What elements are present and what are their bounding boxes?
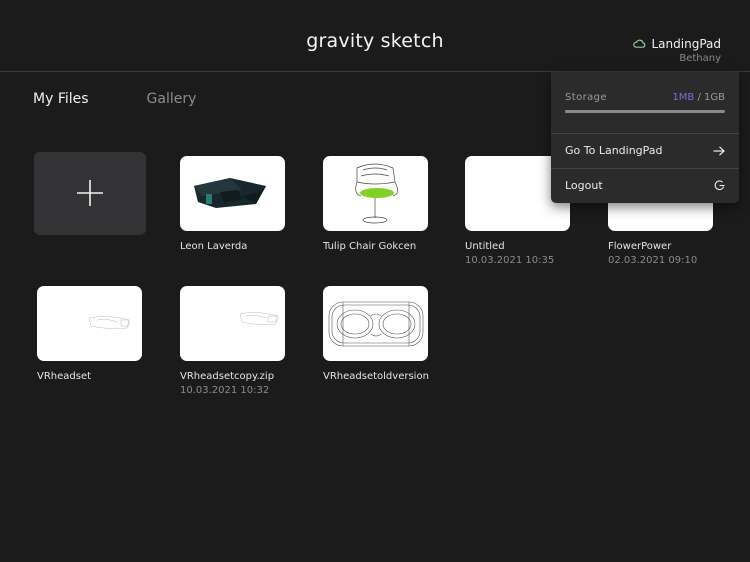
top-bar: gravity sketch LandingPad Bethany: [0, 0, 750, 72]
tab-gallery[interactable]: Gallery: [147, 91, 197, 107]
file-name: Leon Laverda: [180, 241, 248, 252]
file-thumbnail[interactable]: [37, 286, 142, 361]
logout-button[interactable]: Logout: [551, 168, 739, 202]
file-thumbnail[interactable]: [323, 156, 428, 231]
file-thumbnail[interactable]: [323, 286, 428, 361]
logout-icon: [714, 180, 725, 191]
account-dropdown: Storage 1MB / 1GB Go To LandingPad Logou…: [551, 72, 739, 203]
menu-item-label: Go To LandingPad: [565, 144, 663, 157]
storage-total: 1GB: [704, 92, 725, 103]
file-card[interactable]: VRheadsetcopy.zip 10.03.2021 10:32: [180, 286, 310, 396]
tab-bar: My Files Gallery: [33, 91, 254, 107]
storage-section: Storage 1MB / 1GB: [565, 92, 725, 113]
go-to-landingpad-button[interactable]: Go To LandingPad: [551, 133, 739, 167]
storage-separator: /: [694, 92, 705, 103]
account-name: LandingPad: [651, 37, 722, 51]
file-card[interactable]: Leon Laverda: [180, 156, 310, 252]
storage-value: 1MB / 1GB: [672, 92, 725, 103]
file-date: 02.03.2021 09:10: [608, 255, 698, 266]
cloud-icon: [632, 37, 646, 51]
file-card[interactable]: VRheadset: [37, 286, 167, 382]
file-card[interactable]: Tulip Chair Gokcen: [323, 156, 453, 252]
file-thumbnail[interactable]: [180, 286, 285, 361]
plus-icon: [77, 180, 103, 206]
file-date: 10.03.2021 10:35: [465, 255, 555, 266]
file-thumbnail[interactable]: [180, 156, 285, 231]
file-date: 10.03.2021 10:32: [180, 385, 270, 396]
storage-used: 1MB: [672, 92, 695, 103]
account-button[interactable]: LandingPad Bethany: [632, 37, 722, 64]
tab-my-files[interactable]: My Files: [33, 91, 89, 107]
menu-item-label: Logout: [565, 179, 603, 192]
file-name: Untitled: [465, 241, 505, 252]
new-file-button[interactable]: [34, 152, 146, 235]
file-name: VRheadset: [37, 371, 92, 382]
storage-label: Storage: [565, 92, 607, 103]
account-user: Bethany: [679, 53, 721, 64]
file-name: VRheadsetcopy.zip: [180, 371, 275, 382]
file-card[interactable]: VRheadsetoldversion: [323, 286, 453, 382]
arrow-right-icon: [713, 145, 725, 156]
storage-bar-fill: [565, 110, 566, 113]
file-name: FlowerPower: [608, 241, 672, 252]
file-name: Tulip Chair Gokcen: [323, 241, 417, 252]
storage-bar: [565, 110, 725, 113]
file-name: VRheadsetoldversion: [323, 371, 429, 382]
